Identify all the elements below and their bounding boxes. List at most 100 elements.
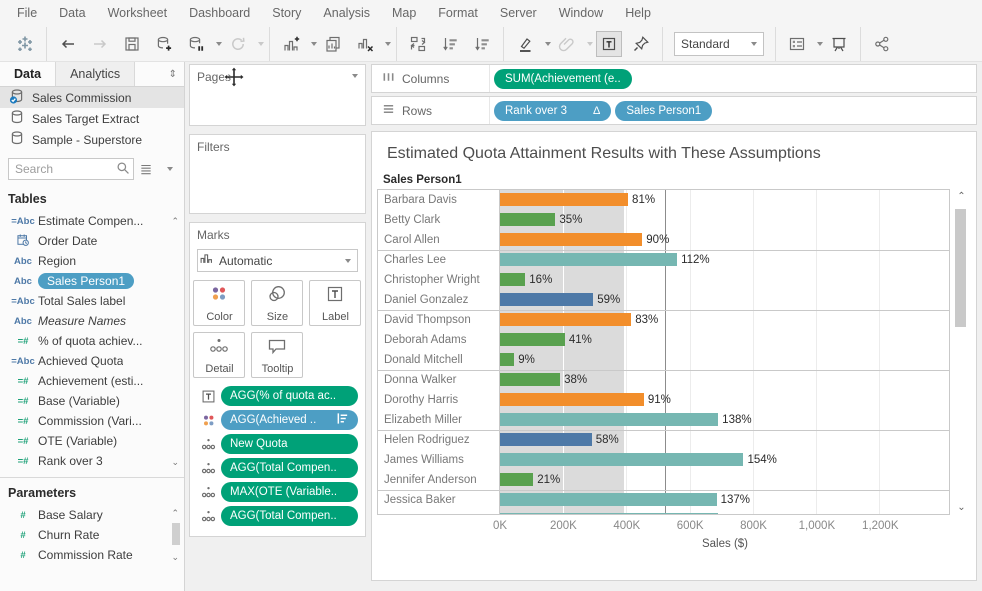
field-item[interactable]: Abc Sales Person1 (0, 271, 184, 291)
rows-shelf[interactable]: Rows Rank over 3 Δ Sales Person1 (371, 96, 977, 125)
presentation-mode-button[interactable] (826, 31, 852, 57)
marks-pill[interactable]: New Quota (220, 434, 358, 454)
shelf-pill[interactable]: Sales Person1 (615, 100, 713, 121)
filters-shelf[interactable]: Filters (188, 134, 366, 214)
fields-scroll-up-icon[interactable]: ⌃ (171, 216, 179, 227)
row-label[interactable]: Betty Clark (378, 210, 499, 230)
save-button[interactable] (119, 31, 145, 57)
bar[interactable] (500, 333, 565, 346)
field-item[interactable]: Order Date (0, 231, 184, 251)
columns-shelf[interactable]: Columns SUM(Achievement (e.. (371, 64, 977, 93)
tab-sort-icon[interactable]: ⇕ (162, 62, 184, 86)
mark-type-dropdown[interactable]: Automatic (196, 249, 358, 272)
sort-descending-button[interactable] (469, 31, 495, 57)
row-label[interactable]: Donna Walker (378, 370, 499, 390)
row-label[interactable]: Carol Allen (378, 230, 499, 250)
pause-auto-updates-button[interactable] (183, 31, 209, 57)
tooltip-button[interactable]: Tooltip (251, 332, 304, 378)
menu-item-analysis[interactable]: Analysis (312, 0, 381, 27)
bar[interactable] (500, 373, 561, 386)
tab-data[interactable]: Data (0, 62, 57, 86)
fields-scroll-down-icon[interactable]: ⌄ (171, 457, 179, 468)
marks-pill[interactable]: MAX(OTE (Variable.. (220, 482, 358, 502)
row-label[interactable] (378, 510, 499, 516)
chart-scrollbar[interactable]: ⌃ ⌄ (953, 189, 970, 515)
row-label[interactable]: Elizabeth Miller (378, 410, 499, 430)
swap-rows-columns-button[interactable] (405, 31, 431, 57)
size-button[interactable]: Size (251, 280, 304, 326)
bar[interactable] (500, 433, 592, 446)
pages-caret-icon[interactable] (352, 74, 358, 78)
field-item[interactable]: =Abc Achieved Quota (0, 351, 184, 371)
datasource-item[interactable]: Sales Target Extract (0, 108, 184, 129)
row-label[interactable]: Jennifer Anderson (378, 470, 499, 490)
marks-pill[interactable]: AGG(% of quota ac.. (220, 386, 358, 406)
field-item[interactable]: =# Achievement (esti... (0, 371, 184, 391)
scroll-down-icon[interactable]: ⌄ (953, 502, 970, 513)
shelf-pill[interactable]: SUM(Achievement (e.. (494, 68, 632, 89)
fit-selector-dropdown[interactable]: Standard (674, 32, 764, 56)
menu-item-map[interactable]: Map (381, 0, 427, 27)
menu-item-help[interactable]: Help (614, 0, 662, 27)
fix-axes-button[interactable] (628, 31, 654, 57)
field-item[interactable]: =# % of quota achiev... (0, 331, 184, 351)
params-scroll-down-icon[interactable]: ⌄ (171, 552, 179, 563)
row-label[interactable]: Dorothy Harris (378, 390, 499, 410)
field-item[interactable]: =Abc Estimate Compen... (0, 211, 184, 231)
clear-sheet-button[interactable] (352, 31, 378, 57)
row-label[interactable]: Charles Lee (378, 250, 499, 270)
view-as-grid-icon[interactable] (134, 158, 158, 180)
row-label[interactable]: Barbara Davis (378, 190, 499, 210)
menu-item-window[interactable]: Window (548, 0, 614, 27)
row-label[interactable]: Helen Rodriguez (378, 430, 499, 450)
field-item[interactable]: Abc Region (0, 251, 184, 271)
bar[interactable] (500, 313, 632, 326)
params-scroll-up-icon[interactable]: ⌃ (171, 508, 179, 519)
menu-item-file[interactable]: File (6, 0, 48, 27)
bar[interactable] (500, 293, 594, 306)
show-mark-labels-button[interactable] (596, 31, 622, 57)
bar[interactable] (500, 233, 643, 246)
fields-menu-caret[interactable] (158, 158, 178, 180)
field-item[interactable]: =# Base (Variable) (0, 391, 184, 411)
tableau-logo-button[interactable] (12, 31, 38, 57)
field-item[interactable]: # Commission Rate (0, 545, 184, 565)
scroll-up-icon[interactable]: ⌃ (953, 191, 970, 202)
row-label[interactable]: David Thompson (378, 310, 499, 330)
field-item[interactable]: =# Commission (Vari... (0, 411, 184, 431)
marks-pill[interactable]: AGG(Achieved .. (220, 410, 358, 430)
show-hide-cards-button[interactable] (784, 31, 810, 57)
field-item[interactable]: =# Rank over 3 (0, 451, 184, 471)
marks-pill[interactable]: AGG(Total Compen.. (220, 458, 358, 478)
share-button[interactable] (869, 31, 895, 57)
row-label[interactable]: Jessica Baker (378, 490, 499, 510)
row-label[interactable]: Donald Mitchell (378, 350, 499, 370)
bar[interactable] (500, 273, 526, 286)
run-auto-updates-caret-icon[interactable] (258, 42, 264, 46)
field-item[interactable]: Abc Measure Names (0, 311, 184, 331)
highlight-button[interactable] (512, 31, 538, 57)
new-worksheet-button[interactable] (278, 31, 304, 57)
row-label[interactable]: Daniel Gonzalez (378, 290, 499, 310)
bar[interactable] (500, 213, 556, 226)
bar[interactable] (500, 473, 534, 486)
datasource-item[interactable]: Sample - Superstore (0, 129, 184, 150)
bar[interactable] (500, 453, 744, 466)
pages-shelf[interactable]: Pages (188, 64, 366, 126)
bar[interactable] (500, 253, 678, 266)
menu-item-story[interactable]: Story (261, 0, 312, 27)
undo-arrow-button[interactable] (55, 31, 81, 57)
redo-arrow-button[interactable] (87, 31, 113, 57)
bar[interactable] (500, 193, 629, 206)
sort-ascending-button[interactable] (437, 31, 463, 57)
field-item[interactable]: # Base Salary (0, 505, 184, 525)
highlight-caret-icon[interactable] (545, 42, 551, 46)
menu-item-data[interactable]: Data (48, 0, 96, 27)
show-hide-cards-caret-icon[interactable] (817, 42, 823, 46)
group-members-button[interactable] (554, 31, 580, 57)
group-members-caret-icon[interactable] (587, 42, 593, 46)
menu-item-dashboard[interactable]: Dashboard (178, 0, 261, 27)
color-button[interactable]: Color (193, 280, 246, 326)
run-auto-updates-button[interactable] (225, 31, 251, 57)
pause-auto-updates-caret-icon[interactable] (216, 42, 222, 46)
